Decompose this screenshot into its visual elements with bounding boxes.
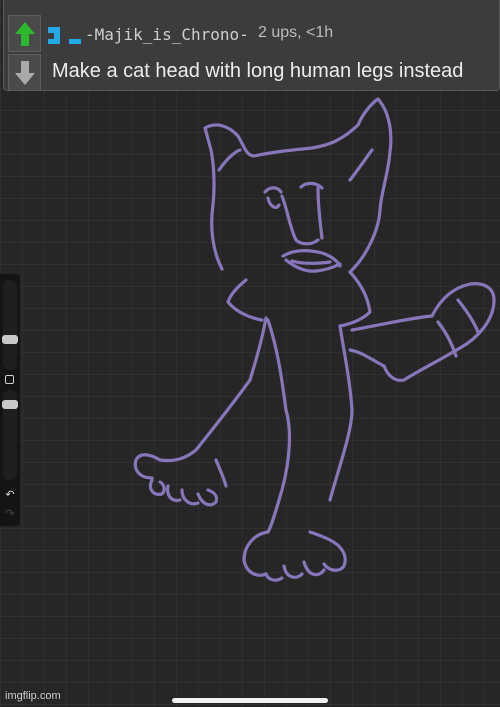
home-indicator[interactable] (172, 698, 328, 703)
cat-drawing (133, 97, 496, 582)
imgflip-watermark: imgflip.com (5, 690, 61, 702)
